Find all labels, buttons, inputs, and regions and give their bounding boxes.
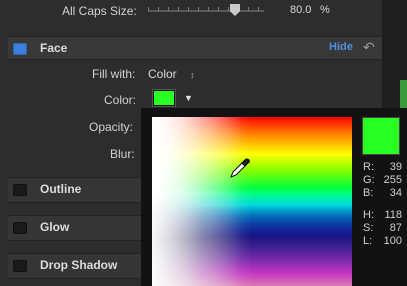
red-value: 39 [389, 161, 402, 173]
slider-tick [258, 7, 259, 11]
red-label: R: [363, 161, 374, 173]
fill-with-label: Fill with: [92, 67, 136, 81]
slider-tick [198, 7, 199, 11]
checkbox-unchecked-icon[interactable] [13, 260, 27, 272]
eyedropper-icon [230, 158, 250, 178]
section-title: Glow [40, 220, 70, 234]
face-section-title: Face [40, 41, 68, 55]
checkbox-unchecked-icon[interactable] [13, 184, 27, 196]
color-spectrum-saturation [152, 117, 352, 286]
saturation-value: 87 [389, 222, 402, 234]
slider-tick [188, 7, 189, 11]
updown-stepper-icon: ↕ [190, 70, 195, 80]
section-title: Outline [40, 182, 82, 196]
section-title: Drop Shadow [40, 258, 118, 272]
blue-value: 34 [389, 187, 402, 199]
blur-label: Blur: [110, 147, 135, 161]
face-section-header[interactable]: Face Hide ↶ [8, 36, 382, 60]
checkbox-unchecked-icon[interactable] [13, 222, 27, 234]
lightness-label: L: [363, 235, 373, 247]
lightness-value: 100 [383, 235, 402, 247]
current-color-preview [362, 117, 400, 155]
color-label: Color: [104, 93, 137, 107]
slider-tick [158, 7, 159, 11]
slider-tick [218, 7, 219, 11]
selection-indicator [400, 80, 407, 110]
all-caps-size-value[interactable]: 80.0 [290, 4, 311, 16]
fill-with-value: Color [148, 67, 177, 81]
checkbox-checked-icon[interactable] [13, 43, 27, 55]
hue-label: H: [363, 209, 374, 221]
green-value: 255 [383, 174, 402, 186]
all-caps-size-slider[interactable] [148, 7, 264, 12]
slider-tick [228, 7, 229, 11]
color-swatch-button[interactable] [153, 90, 175, 106]
opacity-label: Opacity: [89, 120, 134, 134]
slider-tick [178, 7, 179, 11]
triangle-down-icon[interactable]: ▼ [184, 93, 193, 103]
slider-tick [168, 7, 169, 11]
all-caps-size-unit: % [320, 4, 330, 16]
face-hide-button[interactable]: Hide [329, 41, 353, 53]
all-caps-size-label: All Caps Size: [62, 4, 137, 18]
reset-arrow-icon[interactable]: ↶ [363, 39, 375, 56]
slider-tick [208, 7, 209, 11]
blue-label: B: [363, 187, 374, 199]
hue-value: 118 [384, 209, 402, 221]
saturation-label: S: [363, 222, 374, 234]
slider-tick [148, 7, 149, 11]
slider-tick [248, 7, 249, 11]
fill-with-popup[interactable]: Color ↕ [148, 67, 195, 81]
green-label: G: [363, 174, 375, 186]
